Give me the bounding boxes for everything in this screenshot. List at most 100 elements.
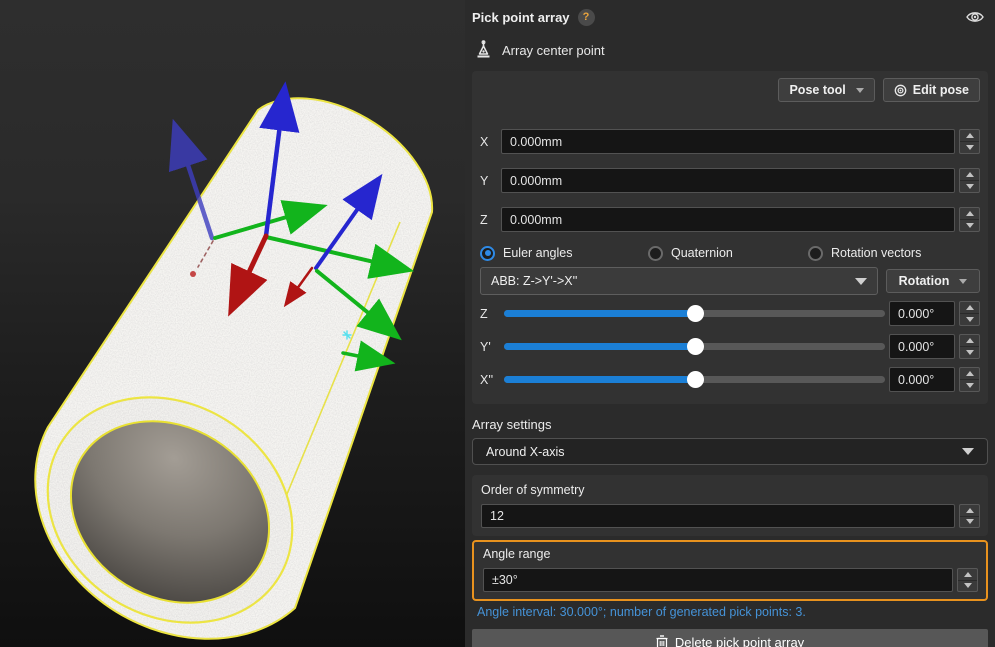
- spin-up-button[interactable]: [960, 505, 979, 516]
- cylinder-point-cloud: [5, 80, 450, 647]
- radio-dot: [808, 246, 823, 261]
- angle-range-input[interactable]: ±30°: [483, 568, 953, 592]
- rotation-button[interactable]: Rotation: [886, 269, 980, 293]
- panel-title: Pick point array: [472, 10, 570, 25]
- delete-button-label: Delete pick point array: [675, 635, 804, 647]
- spin-up-button[interactable]: [960, 302, 979, 313]
- slider-z-value[interactable]: 0.000°: [889, 301, 955, 326]
- spin-up-button[interactable]: [960, 169, 979, 180]
- coord-row-x: X 0.000mm: [480, 129, 980, 154]
- z-input[interactable]: 0.000mm: [501, 207, 955, 232]
- radio-euler-angles[interactable]: Euler angles: [480, 246, 648, 261]
- spin-down-button[interactable]: [960, 313, 979, 325]
- point-cloud-scene: [0, 0, 465, 647]
- array-mode-value: Around X-axis: [486, 445, 565, 459]
- slider-row-z: Z 0.000°: [480, 301, 980, 326]
- slider-row-y1: Y' 0.000°: [480, 334, 980, 359]
- radio-dot: [648, 246, 663, 261]
- slider-x2-label: X'': [480, 373, 504, 387]
- panel-header: Pick point array ?: [465, 0, 995, 34]
- help-icon[interactable]: ?: [578, 9, 595, 26]
- slider-handle[interactable]: [687, 371, 704, 388]
- spin-up-button[interactable]: [960, 130, 979, 141]
- x-value: 0.000mm: [510, 135, 562, 149]
- spin-down-button[interactable]: [960, 379, 979, 391]
- chevron-down-icon: [962, 448, 974, 455]
- slider-x2-spinner: [959, 367, 980, 392]
- rotation-mode-radios: Euler angles Quaternion Rotation vectors: [480, 245, 980, 261]
- slider-x2[interactable]: [504, 376, 885, 383]
- slider-z-label: Z: [480, 307, 504, 321]
- order-of-symmetry-input[interactable]: 12: [481, 504, 955, 528]
- value-text: 0.000°: [898, 340, 934, 354]
- 3d-viewport[interactable]: [0, 0, 465, 647]
- radio-quaternion[interactable]: Quaternion: [648, 246, 808, 261]
- slider-z[interactable]: [504, 310, 885, 317]
- slider-fill: [504, 310, 695, 317]
- coord-row-z: Z 0.000mm: [480, 207, 980, 232]
- value-text: 0.000°: [898, 373, 934, 387]
- spin-up-button[interactable]: [960, 368, 979, 379]
- euler-convention-select[interactable]: ABB: Z->Y'->X'': [480, 267, 878, 295]
- spin-up-button[interactable]: [960, 208, 979, 219]
- spin-up-button[interactable]: [960, 335, 979, 346]
- array-center-point-icon: [475, 40, 492, 60]
- order-of-symmetry-group: Order of symmetry 12: [472, 475, 988, 536]
- array-settings-label: Array settings: [472, 417, 988, 432]
- slider-y1-value[interactable]: 0.000°: [889, 334, 955, 359]
- angle-interval-info: Angle interval: 30.000°; number of gener…: [477, 605, 988, 620]
- array-center-point-row: Array center point: [465, 36, 995, 64]
- chevron-down-icon: [856, 88, 864, 93]
- spin-down-button[interactable]: [960, 180, 979, 192]
- y-axis-label: Y: [480, 174, 501, 188]
- slider-fill: [504, 343, 695, 350]
- spin-down-button[interactable]: [958, 580, 977, 592]
- order-of-symmetry-label: Order of symmetry: [481, 483, 980, 497]
- spin-down-button[interactable]: [960, 141, 979, 153]
- spin-down-button[interactable]: [960, 219, 979, 231]
- chevron-down-icon: [855, 278, 867, 285]
- edit-pose-icon: [894, 84, 907, 97]
- slider-z-spinner: [959, 301, 980, 326]
- coord-row-y: Y 0.000mm: [480, 168, 980, 193]
- order-value: 12: [490, 509, 504, 523]
- slider-y1[interactable]: [504, 343, 885, 350]
- chevron-down-icon: [959, 279, 967, 284]
- x-input[interactable]: 0.000mm: [501, 129, 955, 154]
- slider-row-x2: X'' 0.000°: [480, 367, 980, 392]
- y-spinner: [959, 168, 980, 193]
- visibility-eye-icon[interactable]: [965, 9, 985, 25]
- app-window: Pick point array ? Array center point: [0, 0, 995, 647]
- trash-icon: [656, 635, 668, 647]
- z-value: 0.000mm: [510, 213, 562, 227]
- z-spinner: [959, 207, 980, 232]
- z-axis-label: Z: [480, 213, 501, 227]
- radio-rotation-vectors[interactable]: Rotation vectors: [808, 246, 921, 261]
- rotation-label: Rotation: [899, 274, 950, 288]
- slider-handle[interactable]: [687, 338, 704, 355]
- edit-pose-label: Edit pose: [913, 83, 969, 97]
- delete-pick-point-array-button[interactable]: Delete pick point array: [472, 629, 988, 647]
- pick-point-array-panel: Pick point array ? Array center point: [465, 0, 995, 647]
- pose-editor-group: Pose tool Edit pose X 0.000mm: [472, 71, 988, 404]
- pose-tool-label: Pose tool: [789, 83, 845, 97]
- radio-label: Euler angles: [503, 246, 573, 260]
- radio-dot: [480, 246, 495, 261]
- pose-tool-button[interactable]: Pose tool: [778, 78, 874, 102]
- x-axis-label: X: [480, 135, 501, 149]
- x-spinner: [959, 129, 980, 154]
- radio-label: Quaternion: [671, 246, 733, 260]
- slider-fill: [504, 376, 695, 383]
- y-value: 0.000mm: [510, 174, 562, 188]
- angle-range-label: Angle range: [483, 547, 978, 561]
- spin-down-button[interactable]: [960, 346, 979, 358]
- array-mode-select[interactable]: Around X-axis: [472, 438, 988, 465]
- slider-x2-value[interactable]: 0.000°: [889, 367, 955, 392]
- edit-pose-button[interactable]: Edit pose: [883, 78, 980, 102]
- spin-down-button[interactable]: [960, 516, 979, 528]
- slider-y1-label: Y': [480, 340, 504, 354]
- array-center-point-label: Array center point: [502, 43, 605, 58]
- spin-up-button[interactable]: [958, 569, 977, 580]
- slider-handle[interactable]: [687, 305, 704, 322]
- y-input[interactable]: 0.000mm: [501, 168, 955, 193]
